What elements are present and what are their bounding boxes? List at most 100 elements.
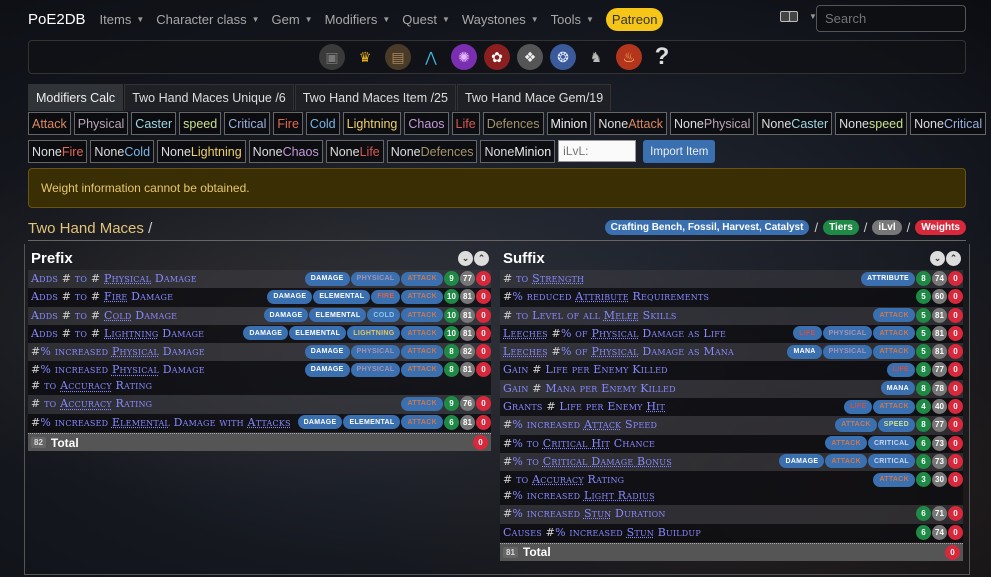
mod-text[interactable]: #% increased Elemental Damage with Attac…	[31, 415, 291, 431]
filter-button[interactable]: Life	[451, 112, 480, 135]
tab-0[interactable]: Modifiers Calc	[28, 84, 124, 111]
mod-row[interactable]: #% increased Stun Duration 6 71 0	[500, 505, 963, 524]
filter-button[interactable]: Critical	[224, 112, 271, 135]
ilvl-input[interactable]	[558, 140, 637, 162]
mod-text[interactable]: Grants # Life per Enemy Hit	[503, 399, 665, 415]
brand-logo[interactable]: PoE2DB	[28, 11, 86, 28]
mod-text[interactable]: # to Accuracy Rating	[31, 396, 152, 412]
mod-row[interactable]: #% increased Physical Damage # to Accurac…	[28, 361, 491, 396]
chest-icon[interactable]: ▤	[385, 44, 411, 70]
chevron-up-icon[interactable]: ⌃	[474, 250, 489, 266]
mod-row[interactable]: Adds # to # Physical Damage DAMAGE PHYSICA…	[28, 270, 491, 289]
filter-button[interactable]: Attack	[28, 112, 71, 135]
patreon-link[interactable]: Patreon	[605, 7, 664, 31]
filter-button[interactable]: Cold	[305, 112, 340, 135]
chevron-down-icon[interactable]: ⌄	[930, 250, 945, 266]
mod-text[interactable]: #% to Critical Hit Chance	[503, 436, 655, 452]
filter-button[interactable]: Physical	[73, 112, 129, 135]
expand-collapse-toggle[interactable]: ⌄ ⌃	[458, 250, 489, 266]
mod-row[interactable]: Adds # to # Fire Damage DAMAGE ELEMENTAL FI…	[28, 288, 491, 307]
breadcrumb-title[interactable]: Two Hand Maces	[28, 220, 144, 237]
mod-row[interactable]: #% to Critical Hit Chance ATTACK CRITICAL 6…	[500, 434, 963, 453]
mod-row[interactable]: Gain # Mana per Enemy Killed MANA 8 78 0	[500, 379, 963, 399]
chevron-up-icon[interactable]: ⌃	[946, 250, 961, 266]
nav-item-tools[interactable]: Tools ▼	[551, 12, 594, 27]
mod-row[interactable]: #% to Critical Damage Bonus DAMAGE ATTACK C…	[500, 452, 963, 472]
filter-button[interactable]: None Attack	[594, 112, 667, 135]
mod-text[interactable]: Adds # to # Physical Damage	[31, 271, 197, 287]
mod-row[interactable]: #% increased Attack Speed ATTACK SPEED 8 77 0	[500, 416, 963, 435]
tab-2[interactable]: Two Hand Maces Item /25	[294, 84, 456, 111]
filter-button[interactable]: Chaos	[404, 112, 449, 135]
mod-text[interactable]: #% to Critical Damage Bonus	[503, 454, 672, 470]
blue-orb-icon[interactable]: ❂	[550, 44, 576, 70]
filter-button[interactable]: None Fire	[28, 140, 88, 163]
mod-row[interactable]: #% increased Physical Damage DAMAGE PHYSIC…	[28, 343, 491, 362]
nav-item-quest[interactable]: Quest ▼	[402, 12, 450, 27]
filter-button[interactable]: None Defences	[386, 140, 478, 163]
fire-emblem-icon[interactable]: ♨	[616, 44, 642, 70]
nav-item-modifiers[interactable]: Modifiers ▼	[325, 12, 391, 27]
filter-button[interactable]: None Caster	[757, 112, 833, 135]
mod-row[interactable]: Gain # Life per Enemy Killed LIFE 8 77 0	[500, 361, 963, 380]
tab-3[interactable]: Two Hand Mace Gem/19	[456, 84, 612, 111]
mod-row[interactable]: # to Level of all Melee Skills ATTACK 5 81 0	[500, 306, 963, 325]
expand-collapse-toggle[interactable]: ⌄ ⌃	[930, 250, 961, 266]
language-selector[interactable]: ▼	[780, 11, 817, 22]
mod-text[interactable]: #% increased Attack Speed	[503, 417, 657, 433]
filter-button[interactable]: None Physical	[669, 112, 755, 135]
legend-pill-ilvl[interactable]: iLvl	[872, 220, 902, 235]
mod-text[interactable]: #% increased Stun Duration	[503, 506, 666, 522]
filter-button[interactable]: None Cold	[90, 140, 155, 163]
mod-text[interactable]: Adds # to # Fire Damage	[31, 289, 173, 305]
mod-text[interactable]: #% increased Physical Damage	[31, 344, 205, 360]
mod-text[interactable]: #% increased Physical Damage # to Accurac…	[31, 362, 205, 394]
filter-button[interactable]: None Life	[325, 140, 384, 163]
mod-text[interactable]: Adds # to # Lightning Damage	[31, 326, 204, 342]
legend-pill-crafting[interactable]: Crafting Bench, Fossil, Harvest, Catalys…	[604, 220, 810, 235]
filter-button[interactable]: None Lightning	[157, 140, 246, 163]
mod-text[interactable]: #% reduced Attribute Requirements	[503, 289, 709, 305]
mod-text[interactable]: Leeches #% of Physical Damage as Life	[503, 326, 726, 342]
filter-button[interactable]: Defences	[482, 112, 544, 135]
crown-icon[interactable]: ♛	[352, 44, 378, 70]
filter-button[interactable]: Caster	[131, 112, 177, 135]
mod-row[interactable]: Leeches #% of Physical Damage as Life LIF…	[500, 324, 963, 344]
mod-text[interactable]: Gain # Life per Enemy Killed	[503, 362, 668, 378]
ascendancy-icon[interactable]: ⋀	[418, 44, 444, 70]
search-input[interactable]	[816, 5, 966, 32]
red-orb-icon[interactable]: ✿	[484, 44, 510, 70]
question-icon[interactable]: ?	[649, 43, 675, 70]
mod-text[interactable]: Causes #% increased Stun Buildup	[503, 525, 701, 541]
tab-1[interactable]: Two Hand Maces Unique /6	[124, 84, 294, 111]
filter-button[interactable]: Minion	[546, 112, 592, 135]
mod-text[interactable]: Leeches #% of Physical Damage as Mana	[503, 344, 734, 360]
purple-orb-icon[interactable]: ✺	[451, 44, 477, 70]
legend-pill-weights[interactable]: Weights	[915, 220, 966, 235]
filter-button[interactable]: None Chaos	[248, 140, 323, 163]
mod-text[interactable]: # to Accuracy Rating #% increased Light R…	[503, 472, 655, 504]
mod-row[interactable]: Adds # to # Lightning Damage DAMAGE ELEMEN…	[28, 324, 491, 344]
mod-row[interactable]: # to Accuracy Rating ATTACK 9 76 0	[28, 395, 491, 414]
mod-row[interactable]: Grants # Life per Enemy Hit LIFE ATTACK 4 40…	[500, 398, 963, 417]
mod-text[interactable]: Adds # to # Cold Damage	[31, 308, 177, 324]
filter-button[interactable]: Lightning	[342, 112, 402, 135]
mod-text[interactable]: # to Strength	[503, 271, 584, 287]
mod-text[interactable]: Gain # Mana per Enemy Killed	[503, 381, 676, 397]
import-item-button[interactable]: Import Item	[643, 140, 716, 163]
statue-icon[interactable]: ♞	[583, 44, 609, 70]
nav-item-items[interactable]: Items ▼	[100, 12, 145, 27]
nav-item-character-class[interactable]: Character class ▼	[156, 12, 259, 27]
legend-pill-tiers[interactable]: Tiers	[823, 220, 859, 235]
mod-row[interactable]: Adds # to # Cold Damage DAMAGE ELEMENTAL CO…	[28, 306, 491, 325]
mod-row[interactable]: #% increased Elemental Damage with Attac…	[28, 413, 491, 433]
chevron-down-icon[interactable]: ⌄	[458, 250, 473, 266]
mod-text[interactable]: # to Level of all Melee Skills	[503, 308, 677, 324]
nav-item-waystones[interactable]: Waystones ▼	[462, 12, 539, 27]
filter-button[interactable]: speed	[179, 112, 222, 135]
filter-button[interactable]: None Critical	[910, 112, 987, 135]
mod-row[interactable]: Causes #% increased Stun Buildup 6 74 0	[500, 523, 963, 542]
nav-item-gem[interactable]: Gem ▼	[272, 12, 313, 27]
mod-row[interactable]: # to Strength ATTRIBUTE 8 74 0	[500, 270, 963, 289]
currency-icon[interactable]: ▣	[319, 44, 345, 70]
